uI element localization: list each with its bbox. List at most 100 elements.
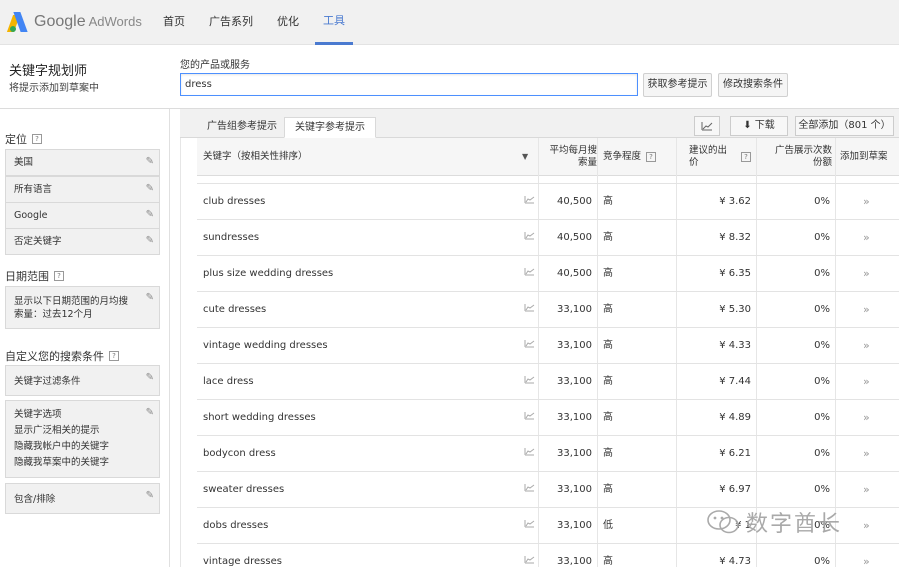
keyword-cell[interactable]: plus size wedding dresses: [203, 256, 333, 292]
include-exclude-box[interactable]: 包含/排除 ✎: [5, 483, 160, 514]
targeting-negative-keywords[interactable]: 否定关键字 ✎: [5, 228, 160, 255]
keyword-cell[interactable]: bodycon dress: [203, 436, 276, 472]
chart-icon[interactable]: [524, 256, 535, 292]
page-subtitle: 将提示添加到草案中: [9, 83, 99, 94]
keyword-cell[interactable]: short wedding dresses: [203, 400, 316, 436]
tab-ad-group-ideas[interactable]: 广告组参考提示: [197, 117, 287, 138]
chart-toggle-button[interactable]: [694, 116, 720, 136]
chart-icon[interactable]: [524, 472, 535, 508]
volume-cell: 40,500: [557, 196, 592, 207]
get-ideas-button[interactable]: 获取参考提示: [643, 73, 712, 97]
double-chevron-right-icon[interactable]: »: [863, 472, 870, 508]
chart-icon[interactable]: [524, 292, 535, 328]
volume-cell: 33,100: [557, 304, 592, 315]
col-competition-label: 竞争程度: [603, 151, 642, 162]
chart-icon[interactable]: [524, 508, 535, 544]
double-chevron-right-icon[interactable]: »: [863, 328, 870, 364]
keyword-cell[interactable]: sundresses: [203, 220, 259, 256]
adwords-logo[interactable]: Google AdWords: [6, 10, 142, 34]
double-chevron-right-icon[interactable]: »: [863, 364, 870, 400]
col-keyword[interactable]: 关键字（按相关性排序）: [203, 138, 308, 176]
help-icon[interactable]: ?: [646, 152, 657, 162]
col-volume[interactable]: 平均每月搜索量: [542, 138, 597, 176]
main-nav: 首页 广告系列 优化 工具: [155, 0, 361, 45]
help-icon[interactable]: ?: [741, 152, 751, 162]
col-impression-share[interactable]: 广告展示次数份额: [760, 138, 832, 176]
logo-text: Google AdWords: [34, 13, 142, 30]
help-icon[interactable]: ?: [109, 351, 119, 361]
tab-keyword-ideas[interactable]: 关键字参考提示: [284, 117, 376, 138]
chart-icon[interactable]: [524, 400, 535, 436]
keyword-cell[interactable]: club dresses: [203, 184, 265, 220]
pencil-icon[interactable]: ✎: [146, 233, 154, 248]
sort-arrow-icon[interactable]: ▼: [522, 138, 528, 176]
double-chevron-right-icon[interactable]: »: [863, 292, 870, 328]
pencil-icon[interactable]: ✎: [146, 181, 154, 196]
chart-icon[interactable]: [524, 328, 535, 364]
pencil-icon[interactable]: ✎: [146, 154, 154, 169]
download-icon: ⬇: [743, 120, 752, 131]
volume-cell: 40,500: [557, 232, 592, 243]
pencil-icon[interactable]: ✎: [146, 207, 154, 222]
share-cell: 0%: [814, 376, 830, 387]
date-range-title: 日期范围?: [5, 268, 64, 284]
product-search-input[interactable]: [180, 73, 638, 96]
pencil-icon[interactable]: ✎: [146, 405, 154, 421]
nav-campaigns[interactable]: 广告系列: [201, 0, 261, 45]
nav-home[interactable]: 首页: [155, 0, 193, 45]
chart-icon[interactable]: [524, 184, 535, 220]
modify-search-button[interactable]: 修改搜索条件: [718, 73, 788, 97]
date-range-box[interactable]: 显示以下日期范围的月均搜索量：过去12个月 ✎: [5, 286, 160, 329]
competition-cell: 高: [603, 376, 613, 387]
competition-cell: 高: [603, 232, 613, 243]
table-row: club dresses 40,500 高 ¥ 3.62 0% »: [197, 183, 899, 219]
double-chevron-right-icon[interactable]: »: [863, 400, 870, 436]
nav-tools[interactable]: 工具: [315, 0, 353, 45]
nav-optimize[interactable]: 优化: [269, 0, 307, 45]
table-row: bodycon dress 33,100 高 ¥ 6.21 0% »: [197, 435, 899, 471]
share-cell: 0%: [814, 196, 830, 207]
col-suggested-bid[interactable]: 建议的出价?: [689, 138, 751, 176]
keyword-filter-box[interactable]: 关键字过滤条件 ✎: [5, 365, 160, 396]
keyword-cell[interactable]: vintage dresses: [203, 544, 282, 580]
chart-icon[interactable]: [524, 544, 535, 580]
chart-icon[interactable]: [524, 364, 535, 400]
keyword-cell[interactable]: vintage wedding dresses: [203, 328, 328, 364]
chart-icon[interactable]: [524, 220, 535, 256]
targeting-network[interactable]: Google ✎: [5, 202, 160, 229]
watermark-text: 数字酋长: [746, 512, 843, 537]
left-sidebar: 定位? 美国 ✎ 所有语言 ✎ Google ✎ 否定关键字 ✎ 日期范围? 显示以下日…: [0, 109, 170, 567]
keyword-option-hide-account: 隐藏我帐户中的关键字: [14, 441, 110, 452]
targeting-location[interactable]: 美国 ✎: [5, 149, 160, 176]
col-add-to-plan: 添加到草案: [840, 151, 888, 162]
competition-cell: 高: [603, 304, 613, 315]
pencil-icon[interactable]: ✎: [146, 370, 154, 385]
competition-cell: 高: [603, 448, 613, 459]
share-cell: 0%: [814, 304, 830, 315]
help-icon[interactable]: ?: [32, 134, 42, 144]
keyword-cell[interactable]: lace dress: [203, 364, 254, 400]
table-row: plus size wedding dresses 40,500 高 ¥ 6.35 0%…: [197, 255, 899, 291]
double-chevron-right-icon[interactable]: »: [863, 436, 870, 472]
keyword-cell[interactable]: cute dresses: [203, 292, 266, 328]
targeting-language[interactable]: 所有语言 ✎: [5, 176, 160, 203]
col-competition[interactable]: 竞争程度?: [603, 138, 657, 176]
add-all-button[interactable]: 全部添加（801 个）: [795, 116, 894, 136]
keyword-cell[interactable]: dobs dresses: [203, 508, 268, 544]
double-chevron-right-icon[interactable]: »: [863, 544, 870, 580]
pencil-icon[interactable]: ✎: [146, 488, 154, 503]
chart-icon[interactable]: [524, 436, 535, 472]
double-chevron-right-icon[interactable]: »: [863, 508, 870, 544]
bid-cell: ¥ 4.73: [719, 556, 751, 567]
keyword-cell[interactable]: sweater dresses: [203, 472, 284, 508]
double-chevron-right-icon[interactable]: »: [863, 184, 870, 220]
wechat-icon: [707, 510, 739, 534]
keyword-options-box[interactable]: 关键字选项 显示广泛相关的提示 隐藏我帐户中的关键字 隐藏我草案中的关键字 ✎: [5, 400, 160, 478]
keyword-options-label: 关键字选项: [14, 409, 62, 420]
pencil-icon[interactable]: ✎: [146, 291, 154, 304]
double-chevron-right-icon[interactable]: »: [863, 256, 870, 292]
double-chevron-right-icon[interactable]: »: [863, 220, 870, 256]
download-button[interactable]: ⬇ 下载: [730, 116, 788, 136]
help-icon[interactable]: ?: [54, 271, 64, 281]
bid-cell: ¥ 8.32: [719, 232, 751, 243]
